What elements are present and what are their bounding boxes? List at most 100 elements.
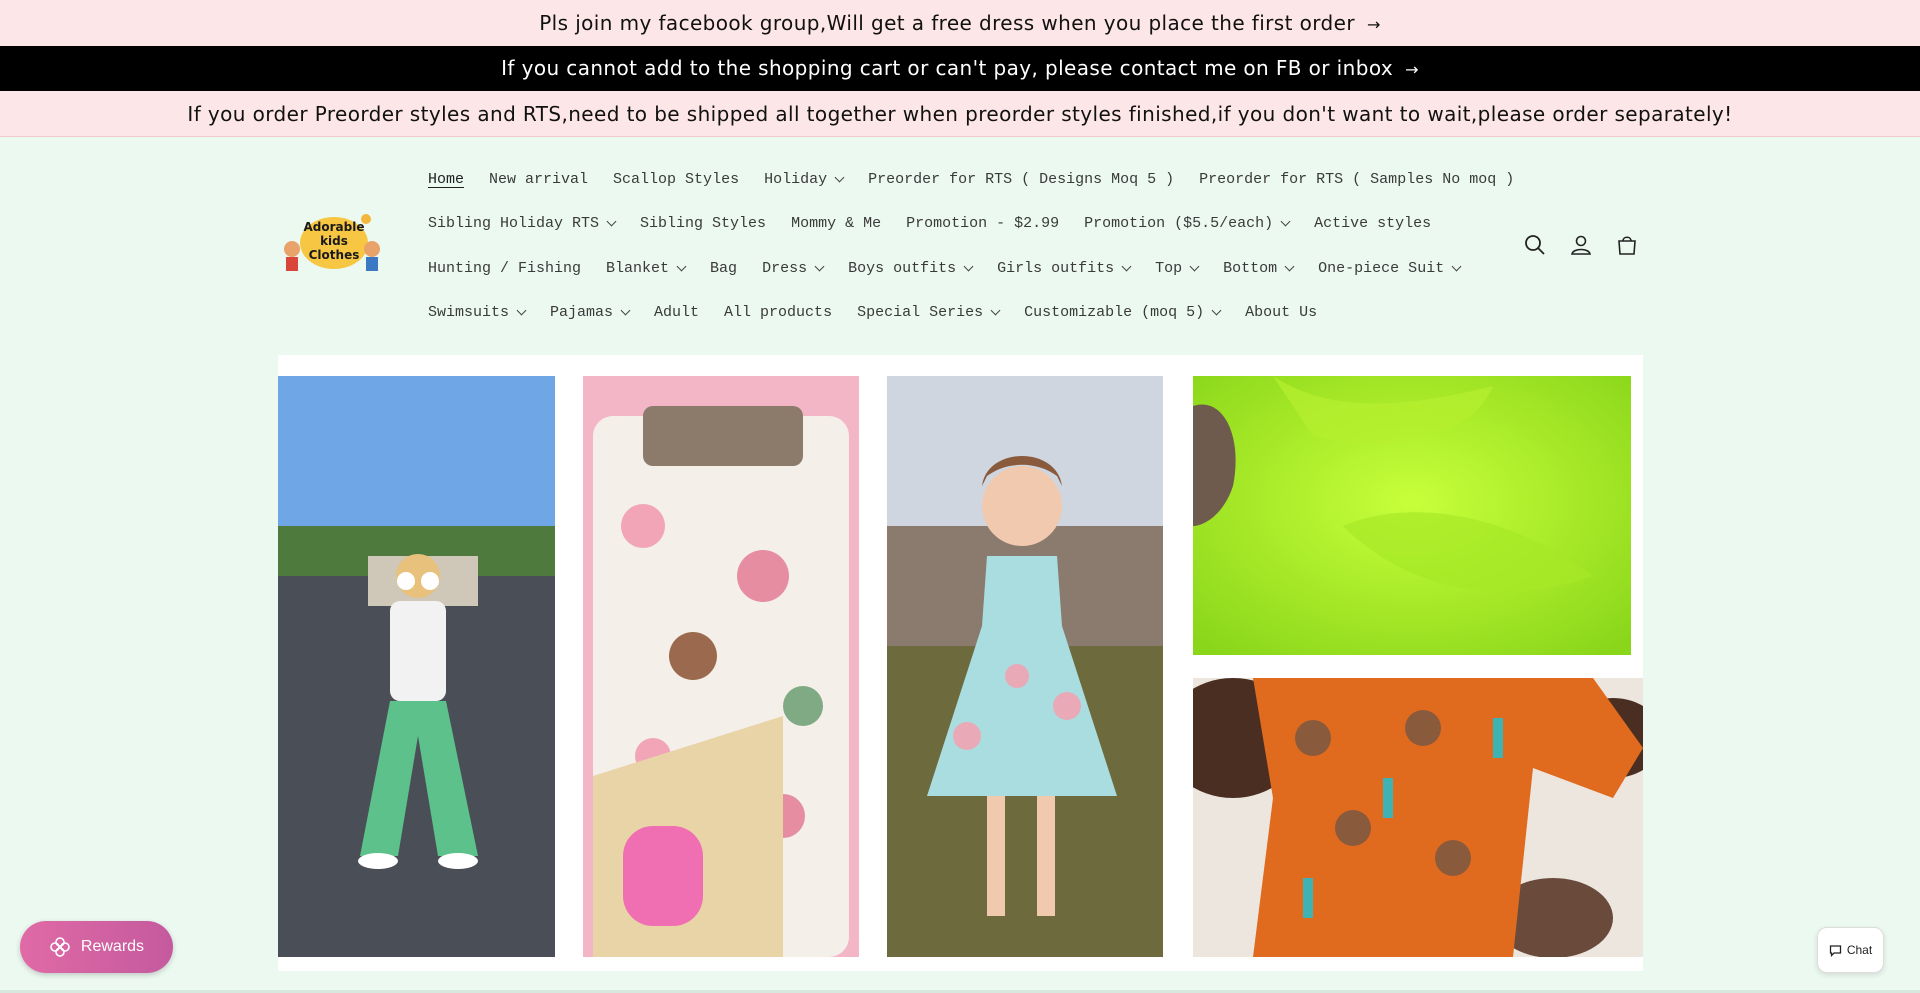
- nav-item-label: Special Series: [857, 304, 984, 322]
- nav-item-preorder-samples[interactable]: Preorder for RTS ( Samples No moq ): [1199, 171, 1514, 188]
- chevron-down-icon: [620, 305, 631, 316]
- logo-text-line2: kids: [320, 234, 348, 248]
- chevron-down-icon: [1284, 261, 1295, 272]
- nav-item-about-us[interactable]: About Us: [1245, 304, 1317, 321]
- photo-girl-blue-dress[interactable]: [887, 376, 1163, 957]
- nav-item-scallop-styles[interactable]: Scallop Styles: [613, 171, 739, 188]
- nav-row-3: Hunting / Fishing Blanket Bag Dress Boys…: [418, 246, 1508, 291]
- chevron-down-icon: [963, 261, 974, 272]
- announcement-text: If you order Preorder styles and RTS,nee…: [187, 102, 1733, 126]
- nav-row-2: Sibling Holiday RTS Sibling Styles Mommy…: [418, 202, 1508, 247]
- nav-item-dress[interactable]: Dress: [762, 259, 825, 277]
- arrow-right-icon: →: [1405, 60, 1419, 79]
- arrow-right-icon: →: [1366, 15, 1381, 34]
- nav-item-holiday[interactable]: Holiday: [764, 170, 845, 188]
- nav-item-label: Promotion ($5.5/each): [1084, 215, 1274, 233]
- nav-item-sibling-styles[interactable]: Sibling Styles: [640, 215, 766, 232]
- nav-item-label: Active styles: [1314, 215, 1432, 233]
- nav-item-girls-outfits[interactable]: Girls outfits: [997, 259, 1132, 277]
- announcement-contact[interactable]: If you cannot add to the shopping cart o…: [0, 46, 1920, 91]
- chevron-down-icon: [834, 172, 845, 183]
- header-icons: [1522, 232, 1640, 258]
- chevron-down-icon: [990, 305, 1001, 316]
- nav-item-label: One-piece Suit: [1318, 259, 1445, 277]
- nav-item-active-styles[interactable]: Active styles: [1314, 215, 1431, 232]
- nav-item-label: Adult: [654, 304, 700, 322]
- nav-item-label: All products: [724, 304, 833, 322]
- store-logo[interactable]: Adorable kids Clothes: [278, 209, 386, 277]
- announcement-text: If you cannot add to the shopping cart o…: [501, 56, 1394, 80]
- nav-item-label: Pajamas: [550, 304, 614, 322]
- nav-row-4: Swimsuits Pajamas Adult All products Spe…: [418, 291, 1508, 336]
- nav-item-label: Sibling Holiday RTS: [428, 215, 600, 233]
- announcement-text: Pls join my facebook group,Will get a fr…: [539, 11, 1355, 35]
- chevron-down-icon: [606, 216, 617, 227]
- nav-item-preorder-designs[interactable]: Preorder for RTS ( Designs Moq 5 ): [868, 171, 1174, 188]
- photo-highland-cow-romper[interactable]: [1193, 678, 1643, 957]
- announcement-facebook-group[interactable]: Pls join my facebook group,Will get a fr…: [0, 0, 1920, 46]
- nav-item-label: Bottom: [1223, 259, 1278, 277]
- nav-item-label: Bag: [710, 259, 738, 277]
- nav-item-label: Swimsuits: [428, 304, 510, 322]
- chevron-down-icon: [1121, 261, 1132, 272]
- site-header: Adorable kids Clothes Home New arrival S…: [0, 137, 1920, 347]
- rewards-label: Rewards: [80, 938, 145, 955]
- photo-floral-backpack[interactable]: [583, 376, 859, 957]
- photo-green-fur-fabric[interactable]: [1193, 376, 1631, 655]
- nav-item-label: Sibling Styles: [640, 215, 767, 233]
- nav-item-label: About Us: [1245, 304, 1318, 322]
- chevron-down-icon: [516, 305, 527, 316]
- chevron-down-icon: [1451, 261, 1462, 272]
- nav-item-special-series[interactable]: Special Series: [857, 304, 1001, 322]
- nav-item-label: Boys outfits: [848, 259, 957, 277]
- nav-item-mommy-and-me[interactable]: Mommy & Me: [791, 215, 881, 232]
- chat-button[interactable]: Chat: [1817, 927, 1884, 973]
- main-navigation: Home New arrival Scallop Styles Holiday …: [418, 157, 1514, 336]
- nav-item-bag[interactable]: Bag: [710, 260, 737, 277]
- nav-item-swimsuits[interactable]: Swimsuits: [428, 304, 527, 322]
- chevron-down-icon: [1280, 216, 1291, 227]
- nav-row-1: Home New arrival Scallop Styles Holiday …: [418, 157, 1514, 202]
- nav-item-bottom[interactable]: Bottom: [1223, 259, 1295, 277]
- rewards-button[interactable]: Rewards: [20, 921, 173, 973]
- nav-item-hunting-fishing[interactable]: Hunting / Fishing: [428, 260, 581, 277]
- nav-item-label: Home: [428, 170, 465, 188]
- chevron-down-icon: [814, 261, 825, 272]
- nav-item-label: Girls outfits: [997, 259, 1115, 277]
- chat-label: Chat: [1846, 943, 1873, 957]
- nav-item-label: Dress: [762, 259, 808, 277]
- search-icon[interactable]: [1522, 232, 1548, 258]
- chevron-down-icon: [1211, 305, 1222, 316]
- logo-text-line1: Adorable: [304, 220, 365, 234]
- announcement-shipping-notice: If you order Preorder styles and RTS,nee…: [0, 91, 1920, 137]
- nav-item-home[interactable]: Home: [428, 171, 464, 188]
- hero-gallery: [278, 355, 1643, 971]
- chat-bubble-icon: [1829, 944, 1841, 957]
- nav-item-new-arrival[interactable]: New arrival: [489, 171, 588, 188]
- nav-item-one-piece-suit[interactable]: One-piece Suit: [1318, 259, 1462, 277]
- nav-item-label: Blanket: [606, 259, 670, 277]
- nav-item-top[interactable]: Top: [1155, 259, 1200, 277]
- nav-item-promotion-5-5[interactable]: Promotion ($5.5/each): [1084, 215, 1291, 233]
- cart-icon[interactable]: [1614, 232, 1640, 258]
- rewards-flower-icon: [50, 937, 70, 957]
- nav-item-label: Promotion - $2.99: [906, 215, 1060, 233]
- nav-item-label: Scallop Styles: [613, 170, 740, 188]
- nav-item-label: Holiday: [764, 170, 828, 188]
- nav-item-label: Preorder for RTS ( Designs Moq 5 ): [868, 170, 1175, 188]
- nav-item-all-products[interactable]: All products: [724, 304, 832, 321]
- nav-item-boys-outfits[interactable]: Boys outfits: [848, 259, 974, 277]
- chevron-down-icon: [676, 261, 687, 272]
- account-icon[interactable]: [1568, 232, 1594, 258]
- nav-item-blanket[interactable]: Blanket: [606, 259, 687, 277]
- nav-item-label: Hunting / Fishing: [428, 259, 582, 277]
- nav-item-promotion-2-99[interactable]: Promotion - $2.99: [906, 215, 1059, 232]
- nav-item-label: Top: [1155, 259, 1183, 277]
- nav-item-label: Mommy & Me: [791, 215, 882, 233]
- nav-item-sibling-holiday-rts[interactable]: Sibling Holiday RTS: [428, 215, 617, 233]
- nav-item-adult[interactable]: Adult: [654, 304, 699, 321]
- nav-item-pajamas[interactable]: Pajamas: [550, 304, 631, 322]
- nav-item-customizable[interactable]: Customizable (moq 5): [1024, 304, 1222, 321]
- photo-toddler-flared-pants[interactable]: [278, 376, 555, 957]
- logo-text-line3: Clothes: [309, 248, 360, 262]
